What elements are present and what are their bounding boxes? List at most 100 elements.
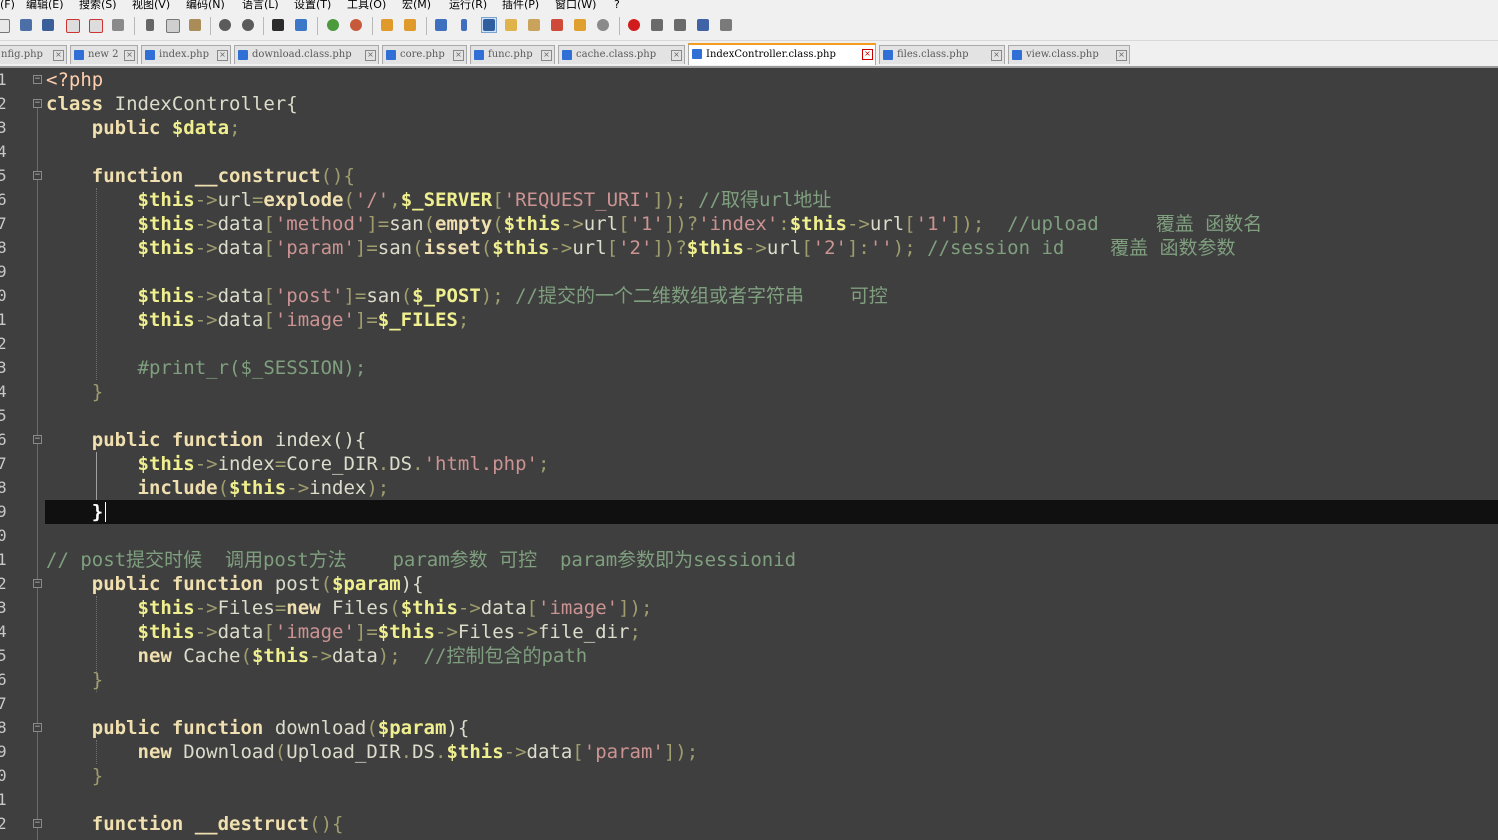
tab-download-class-php[interactable]: download.class.php × (234, 45, 379, 64)
menu-help[interactable]: ? (614, 0, 620, 11)
code-line-28: public function download($param){ (46, 716, 470, 740)
new-file-icon[interactable] (0, 17, 10, 33)
word-wrap-icon[interactable] (433, 17, 449, 33)
menu-settings[interactable]: 设置(T) (294, 0, 331, 11)
document-map-icon[interactable] (526, 17, 542, 33)
menu-tools[interactable]: 工具(O) (347, 0, 386, 11)
code-operator: -> (743, 237, 767, 259)
menu-encoding[interactable]: 编码(N) (186, 0, 225, 11)
save-all-icon[interactable] (40, 17, 56, 33)
menu-edit[interactable]: 编辑(E) (26, 0, 64, 11)
sync-vertical-icon[interactable] (379, 17, 395, 33)
record-macro-icon[interactable] (626, 17, 642, 33)
menu-language[interactable]: 语言(L) (242, 0, 279, 11)
tab-close-icon[interactable]: × (124, 50, 135, 61)
code-text: Download (171, 741, 275, 763)
show-all-chars-icon[interactable] (456, 17, 472, 33)
tab-close-icon[interactable]: × (1116, 50, 1127, 61)
copy-icon[interactable] (164, 17, 180, 33)
file-icon (74, 50, 84, 60)
tab-cache-class-php[interactable]: cache.class.php × (558, 45, 685, 64)
play-macro-icon[interactable] (672, 17, 688, 33)
line-number: 9 (0, 742, 7, 761)
fold-toggle-icon[interactable]: − (33, 171, 42, 180)
menu-search[interactable]: 搜索(S) (79, 0, 117, 11)
tab-files-class-php[interactable]: files.class.php × (879, 45, 1005, 64)
menu-run[interactable]: 运行(R) (449, 0, 487, 11)
code-variable: $param (377, 717, 447, 739)
code-operator: [ (904, 213, 916, 235)
user-language-icon[interactable] (503, 17, 519, 33)
tab-close-icon[interactable]: × (53, 50, 64, 61)
code-operator: ( (366, 717, 378, 739)
sync-horizontal-icon[interactable] (402, 17, 418, 33)
tab-close-icon[interactable]: × (453, 50, 464, 61)
tab-close-icon[interactable]: × (365, 50, 376, 61)
code-editor[interactable]: 1 2 3 4 5 6 7 8 9 0 1 2 3 4 5 6 7 8 9 0 … (0, 68, 1498, 840)
code-operator: ]); (663, 741, 699, 763)
save-icon[interactable] (18, 17, 34, 33)
monitoring-icon[interactable] (595, 17, 611, 33)
print-icon[interactable] (110, 17, 126, 33)
tab-close-icon[interactable]: × (541, 50, 552, 61)
code-variable: $this (789, 213, 847, 235)
indent-guide-icon[interactable] (481, 17, 497, 33)
code-operator: ( (240, 645, 252, 667)
code-operator: ; (457, 309, 470, 331)
close-file-icon[interactable] (64, 17, 80, 33)
line-number: 9 (0, 502, 7, 521)
tab-close-icon[interactable]: × (671, 50, 682, 61)
fold-toggle-icon[interactable]: − (33, 99, 42, 108)
code-variable: $this (137, 189, 195, 211)
fold-toggle-icon[interactable]: − (33, 579, 42, 588)
folder-workspace-icon[interactable] (572, 17, 588, 33)
tab-close-icon[interactable]: × (991, 50, 1002, 61)
tab-label: cache.class.php (576, 49, 657, 60)
menu-file[interactable]: (F) (0, 0, 15, 11)
tab-func-php[interactable]: func.php × (470, 45, 555, 64)
current-line-highlight (45, 500, 1498, 524)
close-all-icon[interactable] (87, 17, 103, 33)
tab-view-class-php[interactable]: view.class.php × (1008, 45, 1130, 64)
tab-config-php[interactable]: nfig.php × (0, 45, 67, 64)
code-text: Upload_DIR (286, 741, 401, 763)
code-text: data (217, 285, 264, 307)
tab-indexcontroller-class-php[interactable]: IndexController.class.php × (688, 43, 876, 65)
save-macro-icon[interactable] (718, 17, 734, 33)
cut-icon[interactable] (142, 17, 158, 33)
tab-new-2[interactable]: new 2 × (70, 45, 138, 64)
fold-toggle-icon[interactable]: − (33, 75, 42, 84)
redo-icon[interactable] (240, 17, 256, 33)
zoom-in-icon[interactable] (325, 17, 341, 33)
code-variable: $this (229, 477, 287, 499)
code-operator: [ (618, 213, 630, 235)
code-string: 'image' (538, 597, 619, 619)
code-operator: [ (263, 237, 275, 259)
tab-core-php[interactable]: core.php × (382, 45, 467, 64)
fold-toggle-icon[interactable]: − (33, 819, 42, 828)
menu-macro[interactable]: 宏(M) (402, 0, 431, 11)
fold-toggle-icon[interactable]: − (33, 435, 42, 444)
zoom-out-icon[interactable] (348, 17, 364, 33)
play-macro-multiple-icon[interactable] (695, 17, 711, 33)
function-list-icon[interactable] (549, 17, 565, 33)
fold-toggle-icon[interactable]: − (33, 723, 42, 732)
tab-index-php[interactable]: index.php × (141, 45, 231, 64)
undo-icon[interactable] (217, 17, 233, 33)
menu-plugins[interactable]: 插件(P) (502, 0, 539, 11)
tab-close-icon[interactable]: × (217, 50, 228, 61)
text-caret (105, 502, 106, 522)
code-string: 'param' (274, 237, 355, 259)
code-variable: $this (137, 309, 195, 331)
paste-icon[interactable] (187, 17, 203, 33)
menu-window[interactable]: 窗口(W) (555, 0, 596, 11)
tab-close-icon[interactable]: × (862, 49, 873, 60)
menu-view[interactable]: 视图(V) (132, 0, 170, 11)
stop-macro-icon[interactable] (649, 17, 665, 33)
code-operator: ){ (446, 717, 470, 739)
find-icon[interactable] (270, 17, 286, 33)
replace-icon[interactable] (293, 17, 309, 33)
